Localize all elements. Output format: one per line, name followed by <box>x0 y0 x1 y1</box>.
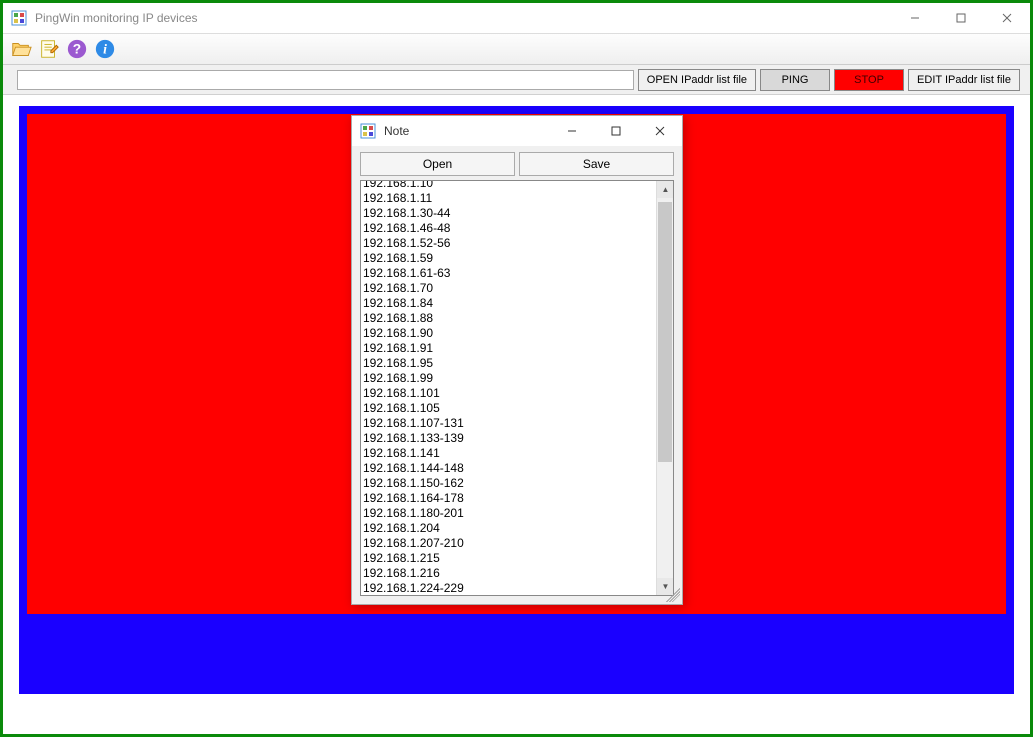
note-textarea[interactable]: 192.168.1.10 192.168.1.11 192.168.1.30-4… <box>361 180 656 595</box>
scroll-thumb[interactable] <box>658 202 672 462</box>
note-button-row: Open Save <box>352 146 682 180</box>
info-icon[interactable]: i <box>93 37 117 61</box>
note-maximize-button[interactable] <box>594 116 638 146</box>
scroll-track[interactable] <box>657 198 673 578</box>
open-ip-list-button[interactable]: OPEN IPaddr list file <box>638 69 756 91</box>
note-dialog-title: Note <box>384 124 409 138</box>
resize-grip[interactable] <box>666 588 680 602</box>
close-button[interactable] <box>984 3 1030 33</box>
scroll-up-button[interactable]: ▲ <box>657 181 674 198</box>
note-scrollbar[interactable]: ▲ ▼ <box>656 181 673 595</box>
note-dialog: Note Open Save 192.168.1.10 192.168.1.11… <box>351 115 683 605</box>
edit-ip-list-button[interactable]: EDIT IPaddr list file <box>908 69 1020 91</box>
help-icon[interactable]: ? <box>65 37 89 61</box>
note-minimize-button[interactable] <box>550 116 594 146</box>
svg-text:i: i <box>103 42 107 57</box>
ping-button[interactable]: PING <box>760 69 830 91</box>
app-icon <box>11 10 27 26</box>
note-app-icon <box>360 123 376 139</box>
note-save-button[interactable]: Save <box>519 152 674 176</box>
main-window-title: PingWin monitoring IP devices <box>35 11 198 25</box>
ip-input[interactable] <box>17 70 634 90</box>
stop-button[interactable]: STOP <box>834 69 904 91</box>
note-titlebar[interactable]: Note <box>352 116 682 146</box>
main-titlebar: PingWin monitoring IP devices <box>3 3 1030 33</box>
toolbar: ? i <box>3 33 1030 65</box>
main-window-frame: PingWin monitoring IP devices <box>0 0 1033 737</box>
note-open-button[interactable]: Open <box>360 152 515 176</box>
command-bar: OPEN IPaddr list file PING STOP EDIT IPa… <box>3 65 1030 95</box>
maximize-button[interactable] <box>938 3 984 33</box>
note-textarea-wrap: 192.168.1.10 192.168.1.11 192.168.1.30-4… <box>360 180 674 596</box>
minimize-button[interactable] <box>892 3 938 33</box>
edit-note-icon[interactable] <box>37 37 61 61</box>
note-close-button[interactable] <box>638 116 682 146</box>
folder-open-icon[interactable] <box>9 37 33 61</box>
svg-text:?: ? <box>73 42 81 57</box>
